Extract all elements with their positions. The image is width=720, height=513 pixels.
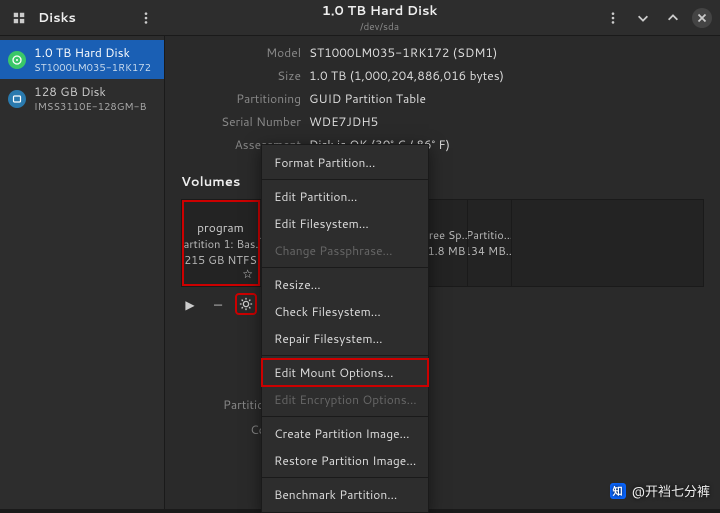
menu-separator <box>262 355 428 356</box>
menu-separator <box>262 267 428 268</box>
volume-block[interactable]: programPartition 1: Bas…215 GB NTFS☆ <box>182 200 260 286</box>
menu-separator <box>262 416 428 417</box>
header-left: Disks <box>0 7 165 29</box>
gear-icon <box>239 297 253 311</box>
menu-edit-filesystem[interactable]: Edit Filesystem… <box>262 210 428 237</box>
menu-repair-filesystem[interactable]: Repair Filesystem… <box>262 325 428 352</box>
value-partitioning: GUID Partition Table <box>309 90 704 107</box>
chevron-down-icon <box>636 11 650 25</box>
zhihu-logo-icon: 知 <box>610 483 626 499</box>
volume-name: program <box>197 219 244 236</box>
close-button[interactable] <box>692 8 712 28</box>
menu-edit-mount-options[interactable]: Edit Mount Options… <box>262 359 428 386</box>
menu-change-passphrase: Change Passphrase… <box>262 237 428 264</box>
label-model: Model <box>181 44 301 61</box>
mount-button[interactable]: ▶ <box>181 295 199 313</box>
menu-check-filesystem[interactable]: Check Filesystem… <box>262 298 428 325</box>
app-title: Disks <box>38 9 76 27</box>
menu-separator <box>262 477 428 478</box>
volume-size: 1.8 MB <box>428 243 466 259</box>
volumes-strip: programPartition 1: Bas…215 GB NTFS☆…s……… <box>181 199 704 287</box>
menu-restore-partition-image[interactable]: Restore Partition Image… <box>262 447 428 474</box>
disk-sub: ST1000LM035-1RK172 <box>34 61 151 75</box>
value-model: ST1000LM035-1RK172 (SDM1) <box>309 44 704 61</box>
menu-separator <box>262 179 428 180</box>
volume-options-button[interactable] <box>237 295 255 313</box>
volume-partition: Partition 1: Bas… <box>182 236 260 252</box>
kebab-icon <box>139 11 153 25</box>
close-icon <box>695 11 709 25</box>
hdd-icon <box>8 51 26 69</box>
volume-partition: Partitio… <box>468 227 512 243</box>
value-serial: WDE7JDH5 <box>309 113 704 130</box>
app-menu-button[interactable] <box>135 7 157 29</box>
drive-menu-button[interactable] <box>602 7 624 29</box>
volume-size: 134 MB… <box>468 243 512 259</box>
disk-title: 1.0 TB Hard Disk <box>34 44 151 61</box>
header-bar: Disks 1.0 TB Hard Disk /dev/sda <box>0 0 720 36</box>
watermark: 知 @开裆七分裤 <box>610 481 710 501</box>
menu-edit-encryption-options: Edit Encryption Options… <box>262 386 428 413</box>
menu-edit-partition[interactable]: Edit Partition… <box>262 183 428 210</box>
menu-benchmark-partition[interactable]: Benchmark Partition… <box>262 481 428 508</box>
volume-context-menu: Format Partition… Edit Partition… Edit F… <box>261 144 429 513</box>
value-size: 1.0 TB (1,000,204,886,016 bytes) <box>309 67 704 84</box>
drive-info: Model ST1000LM035-1RK172 (SDM1) Size 1.0… <box>165 44 720 165</box>
minimize-button[interactable] <box>632 7 654 29</box>
star-icon: ☆ <box>242 265 253 282</box>
menu-resize[interactable]: Resize… <box>262 271 428 298</box>
volume-details: Size Device UUID Partition Type Contents <box>165 321 720 438</box>
volume-toolbar: ▶ — <box>165 287 720 321</box>
unmount-button[interactable]: — <box>209 295 227 313</box>
chevron-up-icon <box>666 11 680 25</box>
ssd-icon <box>8 90 26 108</box>
disk-title: 1.0 TB Hard Disk <box>165 2 594 20</box>
header-center: 1.0 TB Hard Disk /dev/sda <box>165 2 594 34</box>
label-partitioning: Partitioning <box>181 90 301 107</box>
maximize-button[interactable] <box>662 7 684 29</box>
volumes-title: Volumes <box>165 165 720 199</box>
main-panel: Model ST1000LM035-1RK172 (SDM1) Size 1.0… <box>165 36 720 509</box>
volume-block[interactable]: Partitio…134 MB… <box>468 200 512 286</box>
menu-icon <box>12 11 26 25</box>
label-size: Size <box>181 67 301 84</box>
disk-sub: IMSS3110E-128GM-B <box>34 100 147 114</box>
disk-subtitle: /dev/sda <box>165 20 594 34</box>
menu-create-partition-image[interactable]: Create Partition Image… <box>262 420 428 447</box>
menu-format-partition[interactable]: Format Partition… <box>262 149 428 176</box>
back-button[interactable] <box>8 7 30 29</box>
watermark-text: @开裆七分裤 <box>632 481 710 501</box>
disk-title: 128 GB Disk <box>34 83 147 100</box>
header-right <box>594 7 720 29</box>
volume-partition: Free Sp… <box>426 227 468 243</box>
sidebar-disk-hdd[interactable]: 1.0 TB Hard Disk ST1000LM035-1RK172 <box>0 40 164 79</box>
sidebar-disk-ssd[interactable]: 128 GB Disk IMSS3110E-128GM-B <box>0 79 164 118</box>
volume-block[interactable]: Free Sp…1.8 MB <box>426 200 468 286</box>
label-serial: Serial Number <box>181 113 301 130</box>
kebab-icon <box>606 11 620 25</box>
sidebar: 1.0 TB Hard Disk ST1000LM035-1RK172 128 … <box>0 36 165 509</box>
